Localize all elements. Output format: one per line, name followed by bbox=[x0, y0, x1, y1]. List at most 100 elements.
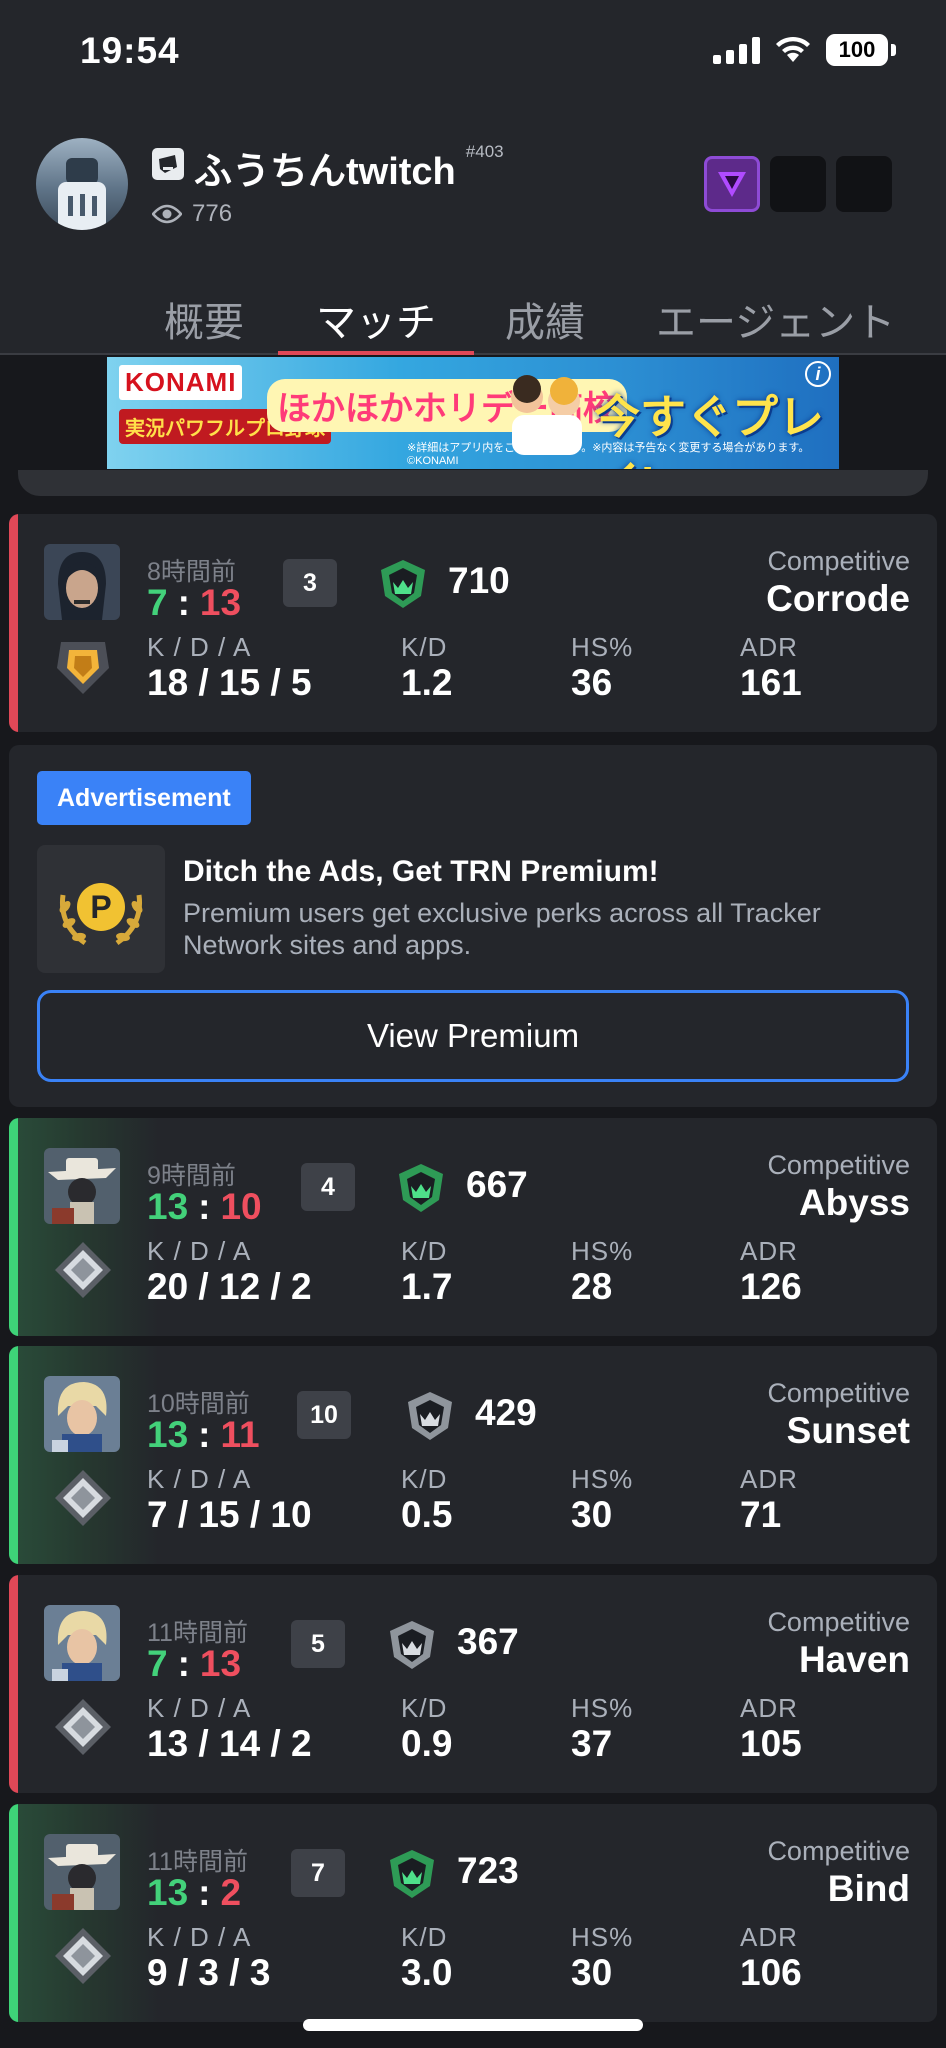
score-separator: : bbox=[198, 1872, 211, 1913]
platinum-rank-icon bbox=[51, 1924, 115, 1988]
platinum-rank-icon bbox=[51, 1695, 115, 1759]
hs-label: HS% bbox=[571, 1464, 634, 1494]
adr-label: ADR bbox=[740, 1236, 798, 1266]
team-score: 7 bbox=[147, 582, 168, 623]
agent-portrait-icon bbox=[44, 1376, 120, 1452]
profile-tag: #403 bbox=[465, 142, 504, 161]
cellular-signal-icon bbox=[713, 36, 760, 64]
kda-value: 18 / 15 / 5 bbox=[147, 662, 312, 703]
premium-ad-description: Premium users get exclusive perks across… bbox=[183, 898, 821, 960]
kd-label: K/D bbox=[401, 1693, 448, 1723]
match-mode: Competitive bbox=[767, 1607, 910, 1637]
home-indicator[interactable] bbox=[303, 2019, 643, 2031]
status-time: 19:54 bbox=[80, 30, 180, 71]
kd-label: K/D bbox=[401, 632, 448, 662]
kda-value: 9 / 3 / 3 bbox=[147, 1952, 271, 1993]
match-rr: 667 bbox=[466, 1164, 528, 1205]
hs-value: 30 bbox=[571, 1494, 613, 1535]
match-score: 13:11 bbox=[147, 1414, 260, 1456]
kd-value: 1.7 bbox=[401, 1266, 453, 1307]
status-bar: 19:54 100 bbox=[0, 0, 946, 110]
match-mode: Competitive bbox=[767, 546, 910, 576]
adr-value: 105 bbox=[740, 1723, 802, 1764]
kda-label: K / D / A bbox=[147, 632, 252, 662]
view-premium-button[interactable]: View Premium bbox=[37, 990, 909, 1082]
match-score: 13:2 bbox=[147, 1872, 241, 1914]
battery-icon: 100 bbox=[826, 34, 896, 66]
profile-name: ふうちんtwitch bbox=[194, 151, 456, 193]
match-score: 7:13 bbox=[147, 1643, 241, 1685]
advertisement-badge: Advertisement bbox=[37, 771, 251, 825]
empty-badge-slot bbox=[836, 156, 892, 212]
riot-fist-icon bbox=[152, 148, 184, 180]
tab-agents[interactable]: エージェント bbox=[656, 290, 895, 353]
match-rr: 723 bbox=[457, 1850, 519, 1891]
platinum-rank-icon bbox=[51, 1466, 115, 1530]
wifi-icon bbox=[776, 36, 810, 62]
agent-portrait-icon bbox=[44, 1834, 120, 1910]
tab-matches[interactable]: マッチ bbox=[278, 290, 474, 355]
premium-ad-card: Advertisement P Ditch the Ads, Get TRN P… bbox=[9, 745, 937, 1107]
info-icon[interactable]: i bbox=[805, 361, 831, 387]
placement-badge: 4 bbox=[301, 1163, 355, 1211]
match-score: 7:13 bbox=[147, 582, 241, 624]
kda-value: 20 / 12 / 2 bbox=[147, 1266, 312, 1307]
enemy-score: 13 bbox=[199, 582, 242, 623]
kd-value: 1.2 bbox=[401, 662, 453, 703]
profile-name-row: ふうちんtwitch #403 bbox=[152, 140, 504, 195]
purple-triangle-icon[interactable] bbox=[704, 156, 760, 212]
adr-value: 161 bbox=[740, 662, 802, 703]
tab-overview[interactable]: 概要 bbox=[164, 290, 244, 353]
enemy-score: 2 bbox=[220, 1872, 242, 1913]
team-score: 13 bbox=[147, 1414, 189, 1455]
kda-label: K / D / A bbox=[147, 1236, 252, 1266]
previous-card-edge bbox=[18, 470, 928, 496]
profile-tabs: 概要 マッチ 成績 エージェント bbox=[0, 280, 946, 355]
adr-label: ADR bbox=[740, 632, 798, 662]
view-count: 776 bbox=[192, 200, 233, 227]
avatar-image bbox=[58, 158, 106, 230]
match-card[interactable]: 11時間前 13:2 7 723 Competitive Bind K / D … bbox=[9, 1804, 937, 2022]
ascendant-rank-icon bbox=[375, 556, 431, 612]
enemy-score: 11 bbox=[220, 1414, 260, 1455]
immortal-rank-icon bbox=[402, 1388, 458, 1444]
kda-label: K / D / A bbox=[147, 1922, 252, 1952]
ascendant-rank-icon bbox=[384, 1846, 440, 1902]
enemy-score: 13 bbox=[199, 1643, 242, 1684]
match-map: Corrode bbox=[766, 578, 910, 619]
adr-label: ADR bbox=[740, 1693, 798, 1723]
hs-value: 36 bbox=[571, 662, 613, 703]
placement-badge: 10 bbox=[297, 1391, 351, 1439]
team-score: 13 bbox=[147, 1186, 189, 1227]
agent-portrait-icon bbox=[44, 544, 120, 620]
kd-label: K/D bbox=[401, 1922, 448, 1952]
banner-ad[interactable]: KONAMI 実況パワフルプロ野球 ほかほかホリデー高校 今すぐプレイ! ※詳細… bbox=[107, 357, 839, 469]
battery-level: 100 bbox=[826, 34, 888, 66]
enemy-score: 10 bbox=[220, 1186, 262, 1227]
match-rr: 710 bbox=[448, 560, 510, 601]
kda-label: K / D / A bbox=[147, 1464, 252, 1494]
score-separator: : bbox=[177, 582, 190, 623]
match-card[interactable]: 8時間前 7:13 3 710 Competitive Corrode K / … bbox=[9, 514, 937, 732]
match-mode: Competitive bbox=[767, 1150, 910, 1180]
team-score: 13 bbox=[147, 1872, 189, 1913]
tab-stats[interactable]: 成績 bbox=[505, 290, 585, 353]
match-card[interactable]: 9時間前 13:10 4 667 Competitive Abyss K / D… bbox=[9, 1118, 937, 1336]
ascendant-rank-icon bbox=[393, 1160, 449, 1216]
match-mode: Competitive bbox=[767, 1378, 910, 1408]
kda-value: 13 / 14 / 2 bbox=[147, 1723, 312, 1764]
match-rr: 429 bbox=[475, 1392, 537, 1433]
empty-badge-slot bbox=[770, 156, 826, 212]
avatar[interactable] bbox=[36, 138, 128, 230]
hs-label: HS% bbox=[571, 1922, 634, 1952]
profile-header: ふうちんtwitch #403 776 概要 マッチ 成績 エージェント bbox=[0, 110, 946, 355]
kd-label: K/D bbox=[401, 1464, 448, 1494]
views-row: 776 bbox=[152, 200, 232, 228]
match-card[interactable]: 11時間前 7:13 5 367 Competitive Haven K / D… bbox=[9, 1575, 937, 1793]
match-card[interactable]: 10時間前 13:11 10 429 Competitive Sunset K … bbox=[9, 1346, 937, 1564]
match-score: 13:10 bbox=[147, 1186, 262, 1228]
hs-value: 30 bbox=[571, 1952, 613, 1993]
adr-label: ADR bbox=[740, 1922, 798, 1952]
gold-rank-icon bbox=[51, 634, 115, 698]
hs-label: HS% bbox=[571, 632, 634, 662]
